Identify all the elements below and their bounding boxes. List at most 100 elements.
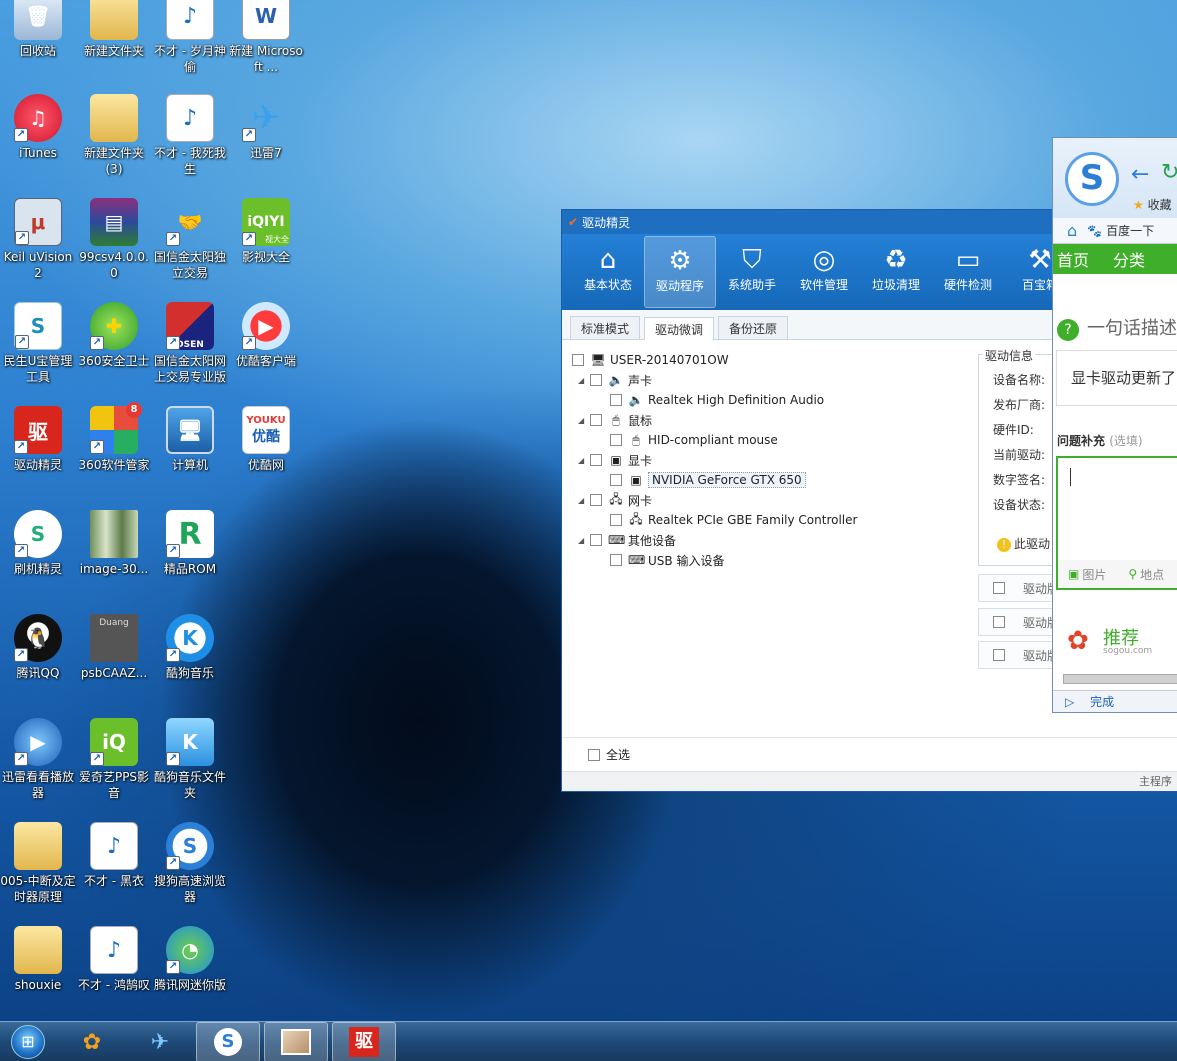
- expand-arrow-icon[interactable]: ◢: [578, 416, 590, 425]
- toolbar-hardware-detect[interactable]: ▭ 硬件检测: [932, 236, 1004, 308]
- desktop-icon-tencent-mini[interactable]: ◔ ↗ 腾讯网迷你版: [152, 926, 228, 993]
- bookmark-baidu[interactable]: 百度一下: [1106, 222, 1154, 239]
- desktop-icon-xunlei7[interactable]: ✈ ↗ 迅雷7: [228, 94, 304, 161]
- tree-device[interactable]: ⌨ USB 输入设备: [572, 550, 857, 570]
- tree-device[interactable]: 🖱 HID-compliant mouse: [572, 430, 857, 450]
- toolbar-system-assistant[interactable]: ⛉ 系统助手: [716, 236, 788, 308]
- desktop-icon-bucai-wosi[interactable]: 不才 - 我死我生: [152, 94, 228, 177]
- desktop-icon-youku-client[interactable]: ▶ ↗ 优酷客户端: [228, 302, 304, 369]
- checkbox[interactable]: [610, 514, 622, 526]
- desktop-icon-recycle-bin[interactable]: 🗑 回收站: [0, 0, 76, 59]
- tree-device-selected[interactable]: ▣ NVIDIA GeForce GTX 650: [572, 470, 857, 490]
- desktop-icon-xunlei-kankan[interactable]: ▶ ↗ 迅雷看看播放器: [0, 718, 76, 801]
- desktop-icon-jingpin-rom[interactable]: R ↗ 精品ROM: [152, 510, 228, 577]
- checkbox[interactable]: [993, 582, 1005, 594]
- desktop-icon-kugou-folder[interactable]: K ↗ 酷狗音乐文件夹: [152, 718, 228, 801]
- tree-category-other[interactable]: ◢ ⌨ 其他设备: [572, 530, 857, 550]
- desktop-icon-99csv[interactable]: ▤ 99csv4.0.0.0: [76, 198, 152, 281]
- computer-icon: 🖥: [590, 353, 606, 367]
- desktop-icon-itunes[interactable]: ♫ ↗ iTunes: [0, 94, 76, 161]
- tab-driver-tuning[interactable]: 驱动微调: [644, 317, 715, 340]
- desktop-icon-new-word[interactable]: W 新建 Microsoft ...: [228, 0, 304, 75]
- checkbox[interactable]: [610, 474, 622, 486]
- toolbar-basic-status[interactable]: ⌂ 基本状态: [572, 236, 644, 308]
- select-all-checkbox[interactable]: 全选: [588, 746, 630, 763]
- toolbar-software-manager[interactable]: ◎ 软件管理: [788, 236, 860, 308]
- favorites-button[interactable]: ★ 收藏: [1133, 196, 1172, 213]
- checkbox[interactable]: [610, 434, 622, 446]
- driver-warning: ! 此驱动: [997, 535, 1050, 552]
- tree-device[interactable]: 🖧 Realtek PCIe GBE Family Controller: [572, 510, 857, 530]
- horizontal-scrollbar[interactable]: [1063, 674, 1177, 684]
- desktop-icon-image-30[interactable]: image-30...: [76, 510, 152, 577]
- refresh-icon[interactable]: ↻: [1161, 160, 1177, 185]
- nav-home[interactable]: 首页: [1053, 247, 1109, 271]
- checkbox[interactable]: [590, 374, 602, 386]
- tab-standard-mode[interactable]: 标准模式: [570, 316, 641, 339]
- attach-image-button[interactable]: 图片: [1082, 566, 1106, 583]
- desktop-icon-360-software[interactable]: 8 ↗ 360软件管家: [76, 402, 152, 473]
- taskbar-image-viewer[interactable]: [264, 1022, 328, 1061]
- desktop-icon-bucai-suiyue[interactable]: 不才 - 岁月神偷: [152, 0, 228, 75]
- desktop-icon-new-folder-3[interactable]: 新建文件夹 (3): [76, 94, 152, 177]
- desktop-icon-shuaji[interactable]: S ↗ 刷机精灵: [0, 510, 76, 577]
- expand-arrow-icon[interactable]: ◢: [578, 376, 590, 385]
- desktop-icon-new-folder[interactable]: 新建文件夹: [76, 0, 152, 59]
- desktop-icon-qudongjingling[interactable]: 驱 ↗ 驱动精灵: [0, 406, 76, 473]
- sogou-logo-icon[interactable]: S: [1065, 152, 1119, 206]
- tree-category-network[interactable]: ◢ 🖧 网卡: [572, 490, 857, 510]
- home-icon[interactable]: ⌂: [1067, 221, 1077, 240]
- desktop-icon-computer[interactable]: 🖥 计算机: [152, 406, 228, 473]
- status-indicator-icon: ▷: [1065, 695, 1075, 709]
- tab-backup-restore[interactable]: 备份还原: [718, 316, 789, 339]
- desktop-icon-bucai-honghu[interactable]: 不才 - 鸿鹄叹: [76, 926, 152, 993]
- checkbox[interactable]: [572, 354, 584, 366]
- tree-device[interactable]: 🔈 Realtek High Definition Audio: [572, 390, 857, 410]
- taskbar-sogou-pinyin[interactable]: ✿: [60, 1022, 124, 1061]
- checkbox[interactable]: [590, 454, 602, 466]
- taskbar-sogou-browser[interactable]: S: [196, 1022, 260, 1061]
- tree-category-display[interactable]: ◢ ▣ 显卡: [572, 450, 857, 470]
- checkbox[interactable]: [993, 616, 1005, 628]
- tree-root[interactable]: 🖥 USER-20140701OW: [572, 350, 857, 370]
- desktop-icon-psbcaaz[interactable]: Duang psbCAAZ...: [76, 614, 152, 681]
- desktop-icon-005-folder[interactable]: 005-中断及定时器原理: [0, 822, 76, 905]
- expand-arrow-icon[interactable]: ◢: [578, 456, 590, 465]
- desktop-icon-keil[interactable]: μ ↗ Keil uVision2: [0, 198, 76, 281]
- checkbox[interactable]: [590, 494, 602, 506]
- desktop-icon-shouxie[interactable]: shouxie: [0, 926, 76, 993]
- toolbar-drivers[interactable]: ⚙ 驱动程序: [644, 236, 716, 308]
- start-button[interactable]: ⊞: [0, 1022, 56, 1061]
- taskbar-xunlei[interactable]: ✈: [128, 1022, 192, 1061]
- back-arrow-icon[interactable]: ←: [1131, 162, 1149, 187]
- checkbox[interactable]: [993, 649, 1005, 661]
- desktop-icon-minsheng[interactable]: S ↗ 民生U宝管理工具: [0, 302, 76, 385]
- tree-category-mouse[interactable]: ◢ 🖱 鼠标: [572, 410, 857, 430]
- attach-location-button[interactable]: 地点: [1140, 566, 1164, 583]
- toolbar-junk-cleanup[interactable]: ♻ 垃圾清理: [860, 236, 932, 308]
- question-title-input[interactable]: 显卡驱动更新了: [1056, 350, 1177, 406]
- desktop-icon-guoxin-wangshang[interactable]: DSEN ↗ 国信金太阳网上交易专业版: [152, 302, 228, 385]
- nav-category[interactable]: 分类: [1109, 247, 1165, 271]
- tencent-mini-icon: ◔ ↗: [166, 926, 214, 974]
- desktop-icon-sogou-browser[interactable]: S ↗ 搜狗高速浏览器: [152, 822, 228, 905]
- supplement-textarea[interactable]: ▣ 图片 ⚲ 地点: [1056, 456, 1177, 590]
- checkbox[interactable]: [610, 554, 622, 566]
- checkbox[interactable]: [610, 394, 622, 406]
- recommend-section[interactable]: ✿ 推荐 sogou.com: [1067, 624, 1152, 656]
- checkbox[interactable]: [590, 414, 602, 426]
- expand-arrow-icon[interactable]: ◢: [578, 496, 590, 505]
- desktop-icon-bucai-heiyi[interactable]: 不才 - 黑衣: [76, 822, 152, 889]
- checkbox[interactable]: [590, 534, 602, 546]
- tree-category-sound[interactable]: ◢ 🔈 声卡: [572, 370, 857, 390]
- desktop-icon-qq[interactable]: 🐧 ↗ 腾讯QQ: [0, 614, 76, 681]
- desktop-icon-kugou[interactable]: K ↗ 酷狗音乐: [152, 614, 228, 681]
- desktop-icon-youku-web[interactable]: YOUKU 优酷 优酷网: [228, 406, 304, 473]
- desktop-icon-yingshi[interactable]: iQIYI 视大全 ↗ 影视大全: [228, 198, 304, 265]
- desktop-icon-iqiyi-pps[interactable]: iQ ↗ 爱奇艺PPS影音: [76, 718, 152, 801]
- desktop-icon-360-safe[interactable]: ✚ ↗ 360安全卫士: [76, 302, 152, 369]
- taskbar-driver-genius[interactable]: 驱: [332, 1022, 396, 1061]
- expand-arrow-icon[interactable]: ◢: [578, 536, 590, 545]
- checkbox[interactable]: [588, 748, 600, 761]
- desktop-icon-guoxin-duli[interactable]: 🤝 ↗ 国信金太阳独立交易: [152, 198, 228, 281]
